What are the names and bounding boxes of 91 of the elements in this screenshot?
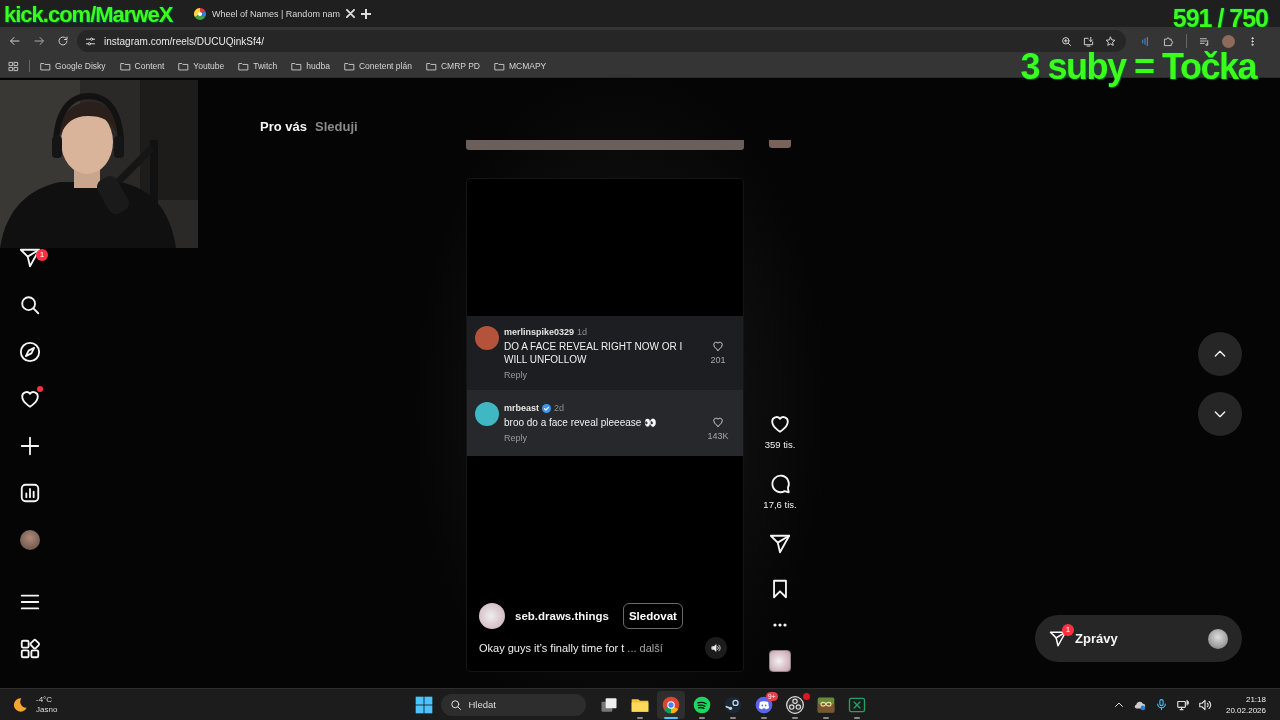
recorder-icon bbox=[784, 694, 805, 715]
messages-icon[interactable] bbox=[19, 246, 41, 269]
follow-button[interactable]: Sledovat bbox=[622, 603, 683, 629]
more-icon[interactable] bbox=[773, 623, 787, 627]
comment-time: 1d bbox=[577, 327, 588, 337]
star-icon[interactable] bbox=[1105, 35, 1116, 47]
profile-avatar[interactable] bbox=[20, 529, 40, 550]
site-settings-icon[interactable] bbox=[85, 35, 96, 47]
clock[interactable]: 21:18 20.02.2026 bbox=[1225, 693, 1266, 716]
browser-tab[interactable]: Wheel of Names | Random nam bbox=[190, 0, 352, 27]
microphone-icon[interactable] bbox=[1154, 698, 1168, 711]
comment-icon[interactable] bbox=[769, 473, 791, 495]
comment-time: 2d bbox=[554, 403, 565, 413]
bookmark-folder[interactable]: Youtube bbox=[178, 60, 225, 72]
search-icon bbox=[449, 698, 462, 711]
bookmark-folder[interactable]: MCMAPY bbox=[493, 60, 547, 72]
more-link[interactable]: ... další bbox=[627, 642, 663, 654]
taskbar-search[interactable]: Hledat bbox=[440, 693, 586, 716]
folder-icon bbox=[178, 60, 190, 72]
feed-tab[interactable]: Sleduji bbox=[315, 118, 358, 134]
forward-icon[interactable] bbox=[33, 35, 45, 47]
bookmark-folder[interactable]: hudba bbox=[291, 60, 330, 72]
profile-avatar-icon[interactable] bbox=[1222, 34, 1235, 48]
wheel-icon bbox=[194, 7, 206, 20]
bookmark-folder[interactable]: Conetent plán bbox=[343, 60, 412, 72]
sound-button[interactable] bbox=[705, 637, 727, 659]
speaker-icon bbox=[711, 643, 721, 653]
bookmark-folder[interactable]: Content bbox=[119, 60, 165, 72]
sound-waves-icon[interactable] bbox=[1140, 35, 1151, 47]
apps-grid-icon[interactable] bbox=[8, 60, 19, 72]
plus-icon[interactable] bbox=[19, 434, 41, 457]
reply-link[interactable]: Reply bbox=[504, 370, 527, 380]
zoom-icon[interactable] bbox=[1061, 35, 1072, 47]
contact-avatar bbox=[1208, 628, 1228, 649]
folder-icon bbox=[238, 60, 250, 72]
close-icon[interactable] bbox=[345, 9, 355, 18]
stream-overlay-text: kick.com/MarweX bbox=[4, 3, 173, 27]
reload-icon[interactable] bbox=[57, 35, 69, 47]
like-count: 143K bbox=[707, 431, 729, 441]
moon-icon bbox=[12, 696, 28, 713]
chat-app-icon bbox=[753, 694, 774, 715]
comment-text: DO A FACE REVEAL RIGHT NOW OR I WILL UNFOLLOW bbox=[504, 340, 684, 366]
new-tab-icon[interactable] bbox=[361, 8, 371, 19]
search-icon[interactable] bbox=[19, 293, 41, 316]
reply-link[interactable]: Reply bbox=[504, 433, 527, 443]
messages-button[interactable]: 1 Zprávy bbox=[1035, 615, 1242, 662]
messages-icon bbox=[1049, 629, 1067, 648]
weather-temperature: -4°C bbox=[36, 694, 54, 705]
network-icon[interactable] bbox=[1175, 697, 1190, 712]
bookmark-folder[interactable]: Google Disky bbox=[40, 60, 106, 72]
feed-tab[interactable]: Pro vás bbox=[260, 118, 307, 134]
like-icon[interactable] bbox=[769, 413, 791, 435]
folder-icon bbox=[343, 60, 355, 72]
notification-badge: 1 bbox=[36, 249, 48, 261]
media-list-icon[interactable] bbox=[1199, 35, 1210, 47]
address-bar[interactable]: instagram.com/reels/DUCUQinkSf4/ bbox=[77, 30, 1126, 52]
comment-username: merlinspike0329 bbox=[504, 327, 575, 337]
audio-thumbnail[interactable] bbox=[769, 650, 791, 672]
folder-icon bbox=[493, 60, 505, 72]
music-app-icon bbox=[691, 694, 712, 715]
bookmark-folder[interactable]: Twitch bbox=[238, 60, 278, 72]
comment-username: mrbeast bbox=[504, 403, 539, 413]
caption-text: Okay guys it’s finally time for t ... další bbox=[479, 642, 663, 654]
action-count: 359 tis. bbox=[764, 439, 796, 450]
bookmark-folder[interactable]: CMRP PD bbox=[425, 60, 480, 72]
extensions-icon[interactable] bbox=[1163, 35, 1174, 47]
action-count: 17,6 tis. bbox=[763, 499, 797, 510]
folder-icon bbox=[119, 60, 131, 72]
heart-icon[interactable] bbox=[712, 340, 724, 352]
compass-icon[interactable] bbox=[19, 340, 41, 363]
folder-icon bbox=[40, 60, 51, 72]
stream-overlay-text: 591 / 750 bbox=[1172, 4, 1268, 32]
folder-icon bbox=[291, 60, 303, 72]
share-icon[interactable] bbox=[769, 533, 791, 555]
start-button bbox=[413, 694, 434, 715]
author-username[interactable]: seb.draws.things bbox=[515, 610, 609, 622]
volume-icon[interactable] bbox=[1197, 697, 1212, 712]
weather-condition: Jasno bbox=[36, 704, 58, 715]
messages-label: Zprávy bbox=[1075, 631, 1118, 646]
like-count: 201 bbox=[710, 355, 726, 365]
browser-icon bbox=[660, 694, 681, 715]
notification-badge: 1 bbox=[1062, 624, 1074, 636]
folder-icon bbox=[425, 60, 437, 72]
install-icon[interactable] bbox=[1083, 35, 1094, 47]
back-icon[interactable] bbox=[9, 35, 21, 47]
author-avatar[interactable] bbox=[479, 603, 505, 629]
previous-audio-thumbnail bbox=[769, 140, 791, 148]
taskbar-button[interactable] bbox=[656, 690, 685, 719]
game-launcher-icon bbox=[722, 694, 743, 715]
bar-chart-icon[interactable] bbox=[19, 481, 41, 504]
squares-icon[interactable] bbox=[19, 637, 41, 660]
